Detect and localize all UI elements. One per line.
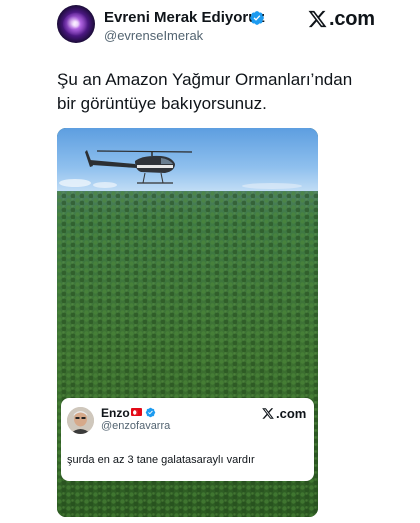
- x-logo-icon: [308, 10, 327, 28]
- quote-display-name[interactable]: Enzo: [101, 406, 130, 420]
- tweet-text: Şu an Amazon Yağmur Ormanları’ndan bir g…: [57, 70, 353, 113]
- person-avatar-icon: [67, 407, 94, 434]
- quote-x-brand: .com: [261, 405, 306, 421]
- turkey-flag-icon: [131, 408, 142, 416]
- display-name[interactable]: Evreni Merak Ediyoruz: [104, 9, 265, 26]
- quote-text: şurda en az 3 tane galatasaraylı vardır: [67, 454, 255, 466]
- user-handle[interactable]: @evrenseImerak: [104, 28, 203, 43]
- quote-x-logo-icon: [262, 407, 274, 419]
- quote-verified-badge-icon: [145, 407, 156, 418]
- profile-avatar[interactable]: [57, 5, 95, 43]
- quote-avatar[interactable]: [67, 407, 94, 434]
- quote-user-handle[interactable]: @enzofavarra: [101, 420, 170, 432]
- quote-x-brand-suffix: .com: [276, 405, 307, 421]
- quoted-tweet-card[interactable]: Enzo @enzofavarra .com şurda en az 3 tan…: [61, 398, 314, 481]
- x-brand-suffix: .com: [329, 7, 375, 30]
- x-brand: .com: [307, 6, 375, 32]
- tweet-header: Evreni Merak Ediyoruz @evrenseImerak .co…: [0, 0, 420, 60]
- verified-badge-icon: [250, 11, 264, 25]
